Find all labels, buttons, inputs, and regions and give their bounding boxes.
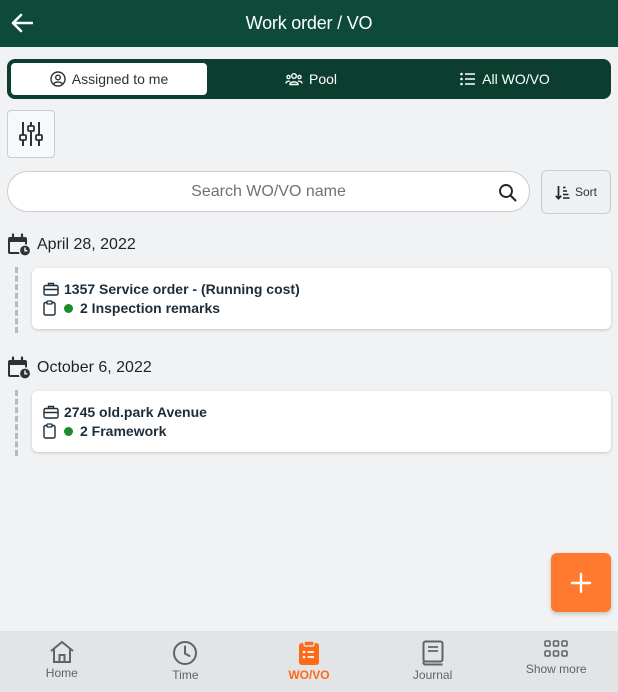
user-circle-icon bbox=[50, 71, 66, 87]
card-subtitle: 2 Inspection remarks bbox=[80, 300, 221, 316]
sliders-icon bbox=[19, 122, 43, 146]
tab-assigned-to-me[interactable]: Assigned to me bbox=[11, 63, 207, 95]
nav-item-wo-vo[interactable]: WO/VO bbox=[247, 631, 371, 692]
card-subtitle: 2 Framework bbox=[80, 423, 167, 439]
filter-button[interactable] bbox=[7, 110, 55, 158]
card-title-row: 1357 Service order - (Running cost) bbox=[43, 281, 300, 297]
timeline-line bbox=[15, 267, 18, 333]
clock-icon bbox=[173, 641, 198, 665]
card-title-row: 2745 old.park Avenue bbox=[43, 404, 207, 420]
search-box bbox=[7, 171, 530, 212]
nav-item-journal[interactable]: Journal bbox=[371, 631, 495, 692]
card-title: 2745 old.park Avenue bbox=[64, 404, 207, 420]
arrow-left-icon bbox=[11, 13, 33, 33]
nav-item-home[interactable]: Home bbox=[0, 631, 124, 692]
calendar-clock-icon bbox=[8, 233, 31, 257]
tab-pool[interactable]: Pool bbox=[207, 63, 415, 95]
grid-icon bbox=[544, 640, 568, 657]
clipboard-icon bbox=[43, 300, 56, 316]
page-title: Work order / VO bbox=[245, 13, 373, 33]
app-header: Work order / VO bbox=[0, 0, 618, 47]
add-work-order-button[interactable] bbox=[551, 553, 611, 612]
search-input[interactable] bbox=[58, 182, 479, 201]
nav-label: WO/VO bbox=[288, 668, 330, 682]
book-icon bbox=[422, 640, 444, 666]
date-group-header: April 28, 2022 bbox=[7, 233, 136, 257]
work-order-card[interactable]: 2745 old.park Avenue 2 Framework bbox=[32, 391, 611, 452]
list-icon bbox=[460, 72, 476, 86]
timeline-line bbox=[15, 390, 18, 456]
tab-label: All WO/VO bbox=[482, 71, 550, 87]
back-button[interactable] bbox=[8, 9, 36, 37]
status-dot bbox=[64, 426, 73, 436]
sort-label: Sort bbox=[574, 185, 597, 199]
nav-item-time[interactable]: Time bbox=[124, 631, 248, 692]
card-subtitle-row: 2 Inspection remarks bbox=[43, 300, 220, 316]
home-icon bbox=[50, 641, 74, 663]
users-icon bbox=[285, 73, 303, 86]
tab-label: Pool bbox=[308, 71, 338, 87]
nav-label: Time bbox=[172, 668, 199, 682]
nav-label: Journal bbox=[412, 668, 453, 682]
search-icon[interactable] bbox=[498, 183, 517, 202]
sort-button[interactable]: Sort bbox=[541, 170, 611, 214]
calendar-clock-icon bbox=[8, 356, 31, 380]
plus-icon bbox=[570, 572, 592, 593]
tab-label: Assigned to me bbox=[71, 71, 169, 87]
card-subtitle-row: 2 Framework bbox=[43, 423, 166, 439]
bottom-nav: Home Time WO/VO Journal Show more bbox=[0, 631, 618, 692]
group-date: April 28, 2022 bbox=[37, 236, 136, 253]
card-title: 1357 Service order - (Running cost) bbox=[64, 281, 300, 297]
nav-label: Home bbox=[45, 666, 78, 680]
status-dot bbox=[64, 303, 73, 313]
date-group-header: October 6, 2022 bbox=[7, 356, 152, 380]
briefcase-icon bbox=[43, 405, 59, 419]
nav-label: Show more bbox=[525, 662, 587, 676]
nav-item-show-more[interactable]: Show more bbox=[494, 631, 618, 692]
view-tabs: Assigned to me Pool All WO/VO bbox=[7, 59, 611, 99]
work-order-card[interactable]: 1357 Service order - (Running cost) 2 In… bbox=[32, 268, 611, 329]
clipboard-list-icon bbox=[298, 640, 319, 665]
briefcase-icon bbox=[43, 282, 59, 296]
clipboard-icon bbox=[43, 423, 56, 439]
group-date: October 6, 2022 bbox=[37, 359, 152, 376]
tab-all-wo-vo[interactable]: All WO/VO bbox=[415, 63, 595, 95]
sort-icon bbox=[555, 185, 570, 200]
